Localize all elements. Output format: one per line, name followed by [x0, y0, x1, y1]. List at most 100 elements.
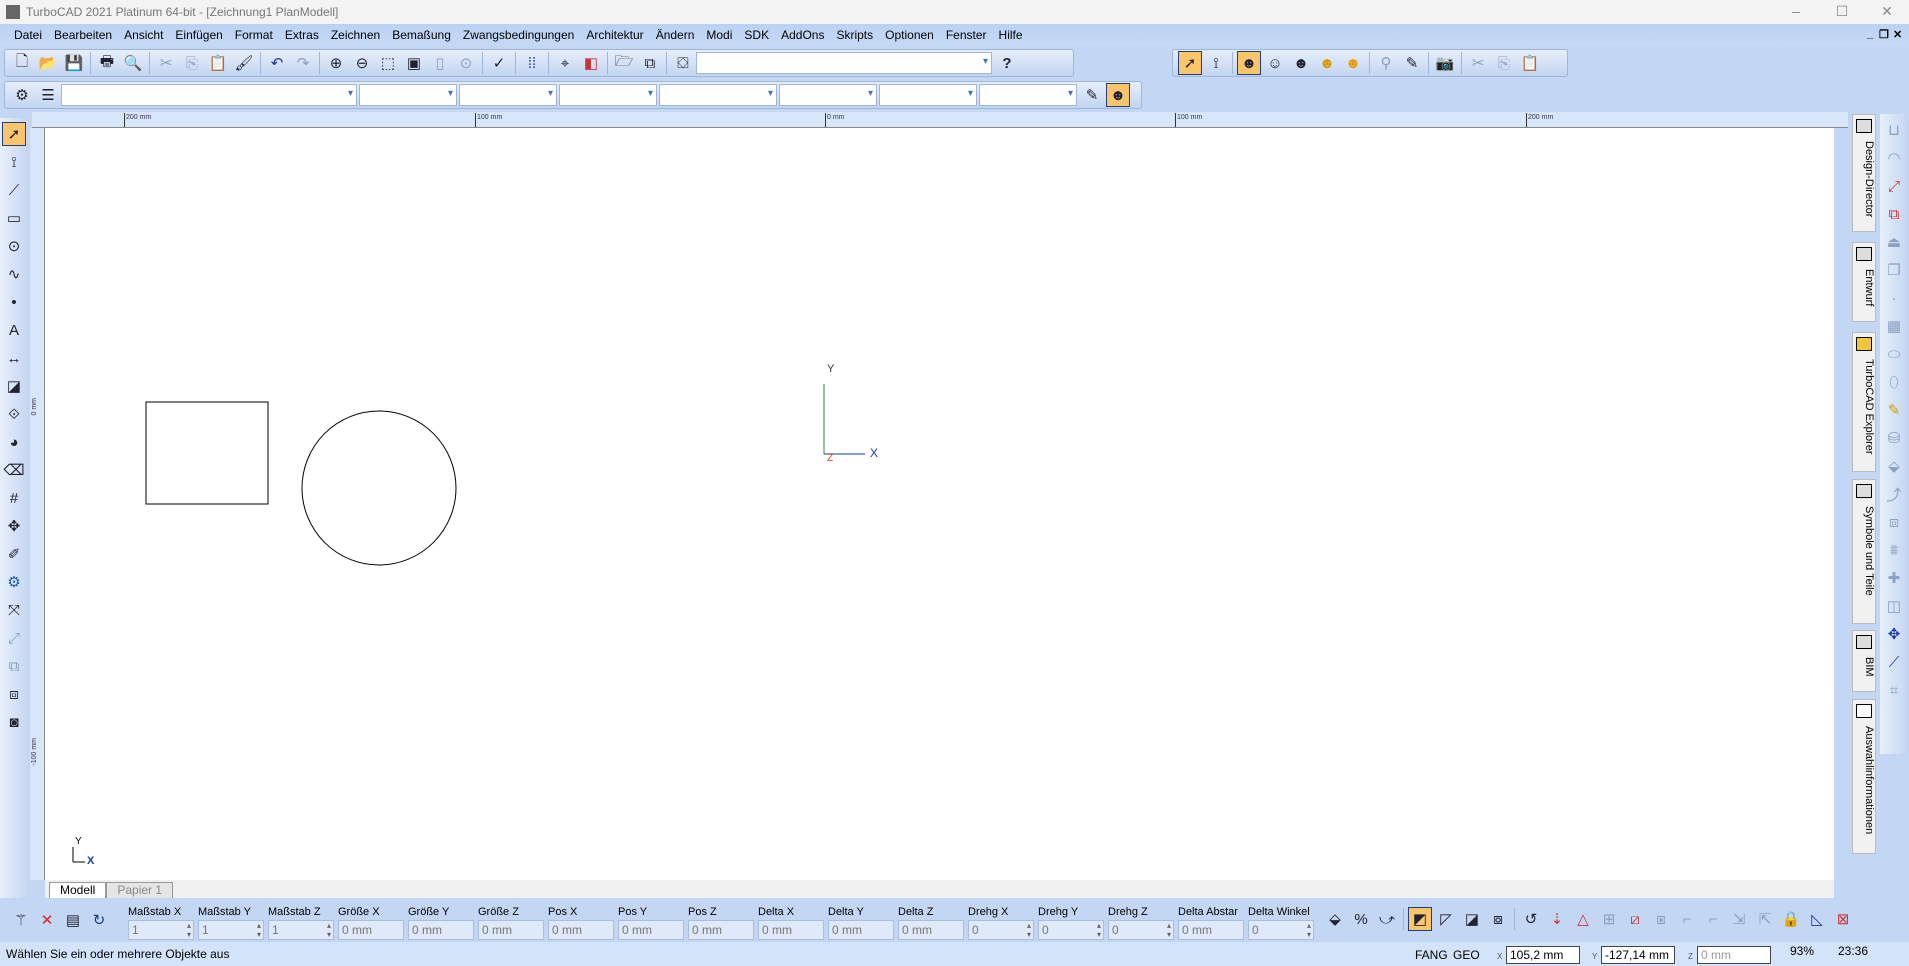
- node-edit-icon[interactable]: ⟟: [2, 150, 26, 174]
- menu-aendern[interactable]: Ändern: [650, 28, 701, 42]
- menu-extras[interactable]: Extras: [279, 28, 325, 42]
- tab-design-director[interactable]: Design-Director: [1852, 114, 1876, 232]
- scale-combo[interactable]: [979, 84, 1077, 106]
- plus-icon[interactable]: ✚: [1882, 566, 1906, 590]
- field-input[interactable]: 0 mm: [618, 920, 684, 940]
- field-input[interactable]: 0 mm: [548, 920, 614, 940]
- magic-wand-icon[interactable]: ⚚: [9, 908, 33, 932]
- line-icon[interactable]: ⟋: [2, 178, 26, 202]
- field-input[interactable]: 1: [128, 920, 194, 940]
- copy-entity-icon[interactable]: ⧉: [2, 654, 26, 678]
- transform-icon[interactable]: ⤢: [2, 626, 26, 650]
- extrude-icon[interactable]: ⏏: [1882, 230, 1906, 254]
- menu-zeichnen[interactable]: Zeichnen: [325, 28, 386, 42]
- select-icon[interactable]: ➚: [2, 122, 26, 146]
- box-icon[interactable]: ⬙: [1323, 907, 1347, 931]
- grid-icon[interactable]: ⁞⁞: [520, 51, 544, 75]
- rectangle-icon[interactable]: ▭: [2, 206, 26, 230]
- field-input[interactable]: 1: [198, 920, 264, 940]
- field-input[interactable]: 0 mm: [338, 920, 404, 940]
- snap-triangle-icon[interactable]: △: [1571, 907, 1595, 931]
- zoom-page-icon[interactable]: ▯: [428, 51, 452, 75]
- menu-einfuegen[interactable]: Einfügen: [169, 28, 228, 42]
- table-icon[interactable]: ▤: [61, 908, 85, 932]
- box-icon[interactable]: ⬙: [1882, 454, 1906, 478]
- undo-icon[interactable]: ↶: [265, 51, 289, 75]
- point-icon[interactable]: •: [2, 290, 26, 314]
- menu-hilfe[interactable]: Hilfe: [993, 28, 1029, 42]
- node-edit-icon[interactable]: ⟟: [1204, 51, 1228, 75]
- cylinder-icon[interactable]: ⛁: [1882, 426, 1906, 450]
- snap-rotate-icon[interactable]: ⇲: [1727, 907, 1751, 931]
- maximize-button[interactable]: ☐: [1820, 0, 1864, 24]
- print-preview-icon[interactable]: 🔍: [121, 51, 145, 75]
- field-input[interactable]: 0 mm: [828, 920, 894, 940]
- percent-icon[interactable]: %: [1349, 907, 1373, 931]
- cut-icon[interactable]: ✂: [154, 51, 178, 75]
- snap-undo-icon[interactable]: ↺: [1519, 907, 1543, 931]
- open-folder-icon[interactable]: 📂: [36, 51, 60, 75]
- copy-icon[interactable]: ⎘: [1492, 51, 1516, 75]
- snap-icon[interactable]: ⌖: [553, 51, 577, 75]
- snap-nearest-icon[interactable]: ⌐: [1675, 907, 1699, 931]
- z-coordinate-field[interactable]: 0 mm: [1697, 946, 1771, 964]
- snap-flip-icon[interactable]: ⇱: [1753, 907, 1777, 931]
- toolbar-combo[interactable]: [696, 52, 992, 74]
- open-part-icon[interactable]: 🗁: [612, 51, 636, 75]
- field-input[interactable]: 0: [1038, 920, 1104, 940]
- zoom-out-icon[interactable]: ⊖: [350, 51, 374, 75]
- layers-icon[interactable]: ☰: [36, 83, 60, 107]
- rotate-icon[interactable]: ↻: [87, 908, 111, 932]
- edit-icon[interactable]: ✐: [2, 542, 26, 566]
- arc-icon[interactable]: ◠: [1882, 146, 1906, 170]
- paste-icon[interactable]: 📋: [206, 51, 230, 75]
- copy-icon[interactable]: ⎘: [180, 51, 204, 75]
- snap-diagonal-icon[interactable]: ⧄: [1623, 907, 1647, 931]
- field-input[interactable]: 0 mm: [898, 920, 964, 940]
- zoom-previous-icon[interactable]: ⊙: [454, 51, 478, 75]
- context-help-icon[interactable]: ?: [995, 51, 1019, 75]
- format-painter-icon[interactable]: 🖌: [232, 51, 256, 75]
- connect-icon[interactable]: ⧉: [1882, 202, 1906, 226]
- field-input[interactable]: 0 mm: [688, 920, 754, 940]
- menu-architektur[interactable]: Architektur: [580, 28, 649, 42]
- measure-icon[interactable]: ⟋: [1882, 650, 1906, 674]
- minimize-button[interactable]: –: [1774, 0, 1818, 24]
- menu-zwangsbedingungen[interactable]: Zwangsbedingungen: [457, 28, 580, 42]
- pen-color-combo[interactable]: [459, 84, 557, 106]
- gear-icon[interactable]: ⚙: [10, 83, 34, 107]
- mdi-close-button[interactable]: ✕: [1893, 28, 1902, 41]
- tab-bim[interactable]: BIM: [1852, 630, 1876, 692]
- delete-icon[interactable]: ✕: [35, 908, 59, 932]
- tab-symbole-und-teile[interactable]: Symbole und Teile: [1852, 479, 1876, 624]
- geo-indicator[interactable]: GEO: [1453, 948, 1480, 962]
- new-file-icon[interactable]: 🗋: [10, 51, 34, 75]
- snap-arrow-icon[interactable]: ⇣: [1545, 907, 1569, 931]
- field-input[interactable]: 0 mm: [478, 920, 544, 940]
- rectangle-shape[interactable]: [145, 401, 269, 505]
- table-icon[interactable]: ▦: [1882, 314, 1906, 338]
- paste-icon[interactable]: 📋: [1518, 51, 1542, 75]
- cut-icon[interactable]: ✂: [1466, 51, 1490, 75]
- bracket-icon[interactable]: ⊔: [1882, 118, 1906, 142]
- move-icon[interactable]: ✥: [2, 514, 26, 538]
- y-coordinate-field[interactable]: -127,14 mm: [1601, 946, 1675, 964]
- camera-icon[interactable]: ◙: [2, 710, 26, 734]
- snap-lock-icon[interactable]: 🔒: [1779, 907, 1803, 931]
- 3d-icon[interactable]: ⟐: [2, 402, 26, 426]
- curve-icon[interactable]: ∿: [2, 262, 26, 286]
- dimension-icon[interactable]: ↔: [2, 346, 26, 370]
- menu-ansicht[interactable]: Ansicht: [118, 28, 169, 42]
- snap-center-icon[interactable]: ⧇: [1486, 907, 1510, 931]
- pencil-icon[interactable]: ✎: [1400, 51, 1424, 75]
- frame-icon[interactable]: ⌗: [1882, 678, 1906, 702]
- line-width-combo[interactable]: [659, 84, 777, 106]
- snap-edge-icon[interactable]: ⌐: [1701, 907, 1725, 931]
- spell-check-icon[interactable]: ✓: [487, 51, 511, 75]
- menu-datei[interactable]: Datei: [8, 28, 48, 42]
- snap-tree-icon[interactable]: ⊞: [1597, 907, 1621, 931]
- pencil-icon[interactable]: ✎: [1080, 83, 1104, 107]
- tab-papier-1[interactable]: Papier 1: [106, 882, 174, 898]
- brush-combo[interactable]: [779, 84, 877, 106]
- print-icon[interactable]: 🖶: [95, 51, 119, 75]
